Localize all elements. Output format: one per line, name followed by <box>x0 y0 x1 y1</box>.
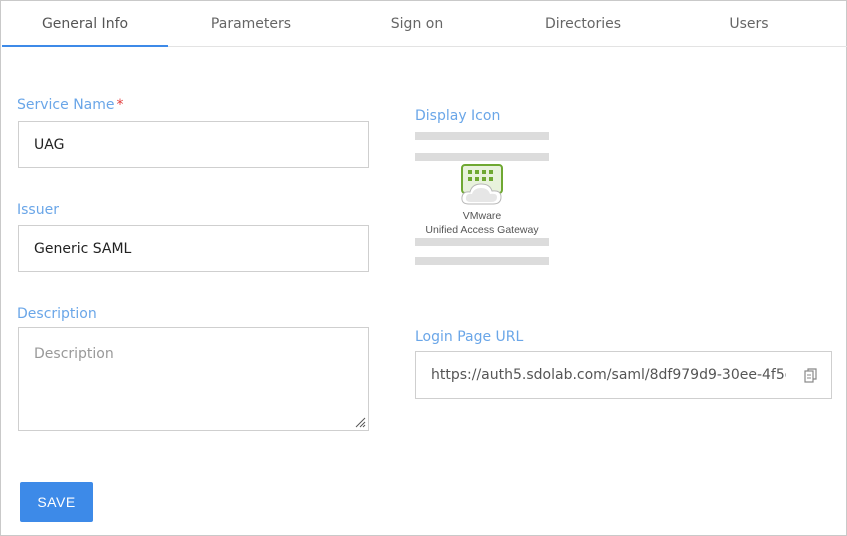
issuer-input[interactable]: Generic SAML <box>18 225 369 272</box>
description-textarea[interactable]: Description <box>18 327 369 431</box>
tab-users[interactable]: Users <box>666 2 832 46</box>
tab-directories[interactable]: Directories <box>500 2 666 46</box>
login-page-url-value: https://auth5.sdolab.com/saml/8df979d9-3… <box>431 367 786 383</box>
tab-parameters[interactable]: Parameters <box>168 2 334 46</box>
vmware-gateway-icon <box>461 164 503 205</box>
copy-icon[interactable] <box>803 368 819 384</box>
issuer-label: Issuer <box>17 202 59 218</box>
description-label: Description <box>17 306 97 322</box>
service-name-label-text: Service Name <box>17 97 115 113</box>
display-icon-preview[interactable]: VMware Unified Access Gateway <box>415 132 549 265</box>
login-page-url-field[interactable]: https://auth5.sdolab.com/saml/8df979d9-3… <box>415 351 832 399</box>
tab-general-info[interactable]: General Info <box>2 2 168 47</box>
service-name-value: UAG <box>34 136 65 153</box>
icon-caption-line1: VMware <box>462 210 502 222</box>
tab-bar: General Info Parameters Sign on Director… <box>2 2 847 47</box>
icon-caption-line2: Unified Access Gateway <box>425 224 539 236</box>
placeholder-bar <box>415 257 549 265</box>
display-icon-label: Display Icon <box>415 108 501 124</box>
required-mark: * <box>116 97 124 113</box>
service-name-input[interactable]: UAG <box>18 121 369 168</box>
placeholder-bar <box>415 153 549 161</box>
login-page-url-label: Login Page URL <box>415 329 524 345</box>
issuer-value: Generic SAML <box>34 240 132 257</box>
app-frame: General Info Parameters Sign on Director… <box>0 0 847 536</box>
tab-sign-on[interactable]: Sign on <box>334 2 500 46</box>
service-name-label: Service Name * <box>17 97 124 113</box>
description-placeholder: Description <box>34 346 114 362</box>
resize-grip-icon[interactable] <box>354 416 366 428</box>
placeholder-bar <box>415 132 549 140</box>
placeholder-bar <box>415 238 549 246</box>
save-button[interactable]: SAVE <box>20 482 93 522</box>
